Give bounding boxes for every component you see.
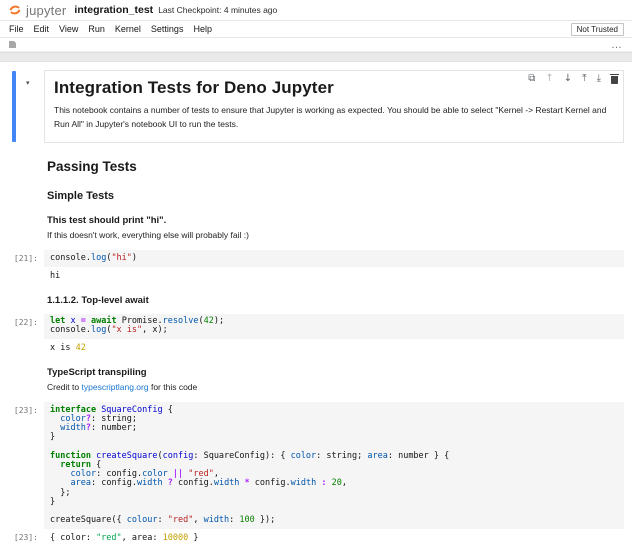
markdown-cell[interactable]: This test should print "hi". If this does… bbox=[0, 215, 632, 242]
notebook-area: ▾ Integration Tests for Deno JupyterThis … bbox=[0, 62, 632, 544]
delete-cell-icon[interactable] bbox=[611, 74, 618, 84]
markdown-rendered: Integration Tests for Deno JupyterThis n… bbox=[44, 70, 624, 143]
markdown-rendered: 1.1.1.2. Top-level await bbox=[44, 295, 624, 306]
cell-toolbar: ⧉ ↑ ↓ ⤒ ⤓ bbox=[528, 74, 618, 84]
markdown-paragraph: Credit to typescriptlang.org for this co… bbox=[47, 380, 621, 394]
collapse-heading-icon[interactable]: ▾ bbox=[26, 79, 30, 87]
code-cell[interactable]: [23]: interface SquareConfig { color?: st… bbox=[0, 402, 632, 544]
code-input-editor[interactable]: let x = await Promise.resolve(42);consol… bbox=[44, 314, 624, 339]
markdown-rendered: Simple Tests bbox=[44, 190, 624, 202]
jupyter-logo-text: jupyter bbox=[26, 3, 66, 18]
output-area: x is 42 bbox=[44, 339, 624, 354]
output-text: x is 42 bbox=[50, 343, 618, 353]
markdown-rendered: Passing Tests bbox=[44, 159, 624, 174]
markdown-cell[interactable]: 1.1.1.2. Top-level await bbox=[0, 295, 632, 306]
markdown-heading: Passing Tests bbox=[47, 159, 621, 174]
markdown-heading: TypeScript transpiling bbox=[47, 367, 621, 378]
markdown-cell[interactable]: Simple Tests bbox=[0, 190, 632, 202]
code-cell[interactable]: [21]: console.log("hi") hi bbox=[0, 250, 632, 281]
markdown-rendered: This test should print "hi". If this does… bbox=[44, 215, 624, 242]
menu-item-help[interactable]: Help bbox=[188, 24, 217, 34]
jupyter-logo-icon bbox=[8, 3, 22, 17]
menu-item-view[interactable]: View bbox=[54, 24, 83, 34]
output-execution-count: [23]: bbox=[0, 533, 38, 542]
markdown-cell[interactable]: Passing Tests bbox=[0, 159, 632, 174]
checkpoint-status: Last Checkpoint: 4 minutes ago bbox=[158, 5, 277, 15]
code-input-editor[interactable]: console.log("hi") bbox=[44, 250, 624, 266]
markdown-heading: Simple Tests bbox=[47, 190, 621, 202]
output-area: [23]:{ color: "red", area: 10000 } bbox=[44, 529, 624, 544]
notebook-toolbar: … bbox=[0, 38, 632, 52]
output-area: hi bbox=[44, 267, 624, 282]
menu-item-settings[interactable]: Settings bbox=[146, 24, 189, 34]
move-cell-down-icon[interactable]: ↓ bbox=[564, 74, 572, 84]
save-icon[interactable] bbox=[9, 41, 16, 48]
menu-item-edit[interactable]: Edit bbox=[29, 24, 55, 34]
markdown-rendered: TypeScript transpiling Credit to typescri… bbox=[44, 367, 624, 394]
insert-cell-below-icon[interactable]: ⤓ bbox=[597, 74, 601, 84]
execution-count: [22]: bbox=[0, 318, 38, 327]
typescriptlang-link[interactable]: typescriptlang.org bbox=[82, 382, 149, 392]
markdown-cell[interactable]: TypeScript transpiling Credit to typescri… bbox=[0, 367, 632, 394]
menu-item-file[interactable]: File bbox=[4, 24, 29, 34]
menu-item-kernel[interactable]: Kernel bbox=[110, 24, 146, 34]
execution-count: [21]: bbox=[0, 254, 38, 263]
markdown-heading: This test should print "hi". bbox=[47, 215, 621, 226]
menubar: File Edit View Run Kernel Settings Help … bbox=[0, 21, 632, 38]
title-bar: jupyter integration_test Last Checkpoint… bbox=[0, 0, 632, 21]
markdown-heading: 1.1.1.2. Top-level await bbox=[47, 295, 621, 306]
toolbar-divider-strip bbox=[0, 52, 632, 62]
move-cell-up-icon[interactable]: ↑ bbox=[545, 74, 553, 84]
menu-item-run[interactable]: Run bbox=[83, 24, 110, 34]
execution-count: [23]: bbox=[0, 406, 38, 415]
jupyter-logo[interactable]: jupyter bbox=[8, 3, 66, 18]
duplicate-cell-icon[interactable]: ⧉ bbox=[528, 74, 535, 84]
markdown-paragraph: This notebook contains a number of tests… bbox=[54, 103, 614, 132]
more-commands-icon[interactable]: … bbox=[611, 42, 623, 48]
output-text: hi bbox=[50, 271, 618, 281]
code-input-editor[interactable]: interface SquareConfig { color?: string;… bbox=[44, 402, 624, 529]
trust-status-badge[interactable]: Not Trusted bbox=[571, 23, 624, 36]
notebook-filename[interactable]: integration_test bbox=[74, 4, 153, 16]
markdown-paragraph: If this doesn't work, everything else wi… bbox=[47, 228, 621, 242]
markdown-cell[interactable]: ▾ Integration Tests for Deno JupyterThis … bbox=[0, 70, 632, 143]
insert-cell-above-icon[interactable]: ⤒ bbox=[582, 74, 586, 84]
code-cell[interactable]: [22]: let x = await Promise.resolve(42);c… bbox=[0, 314, 632, 354]
